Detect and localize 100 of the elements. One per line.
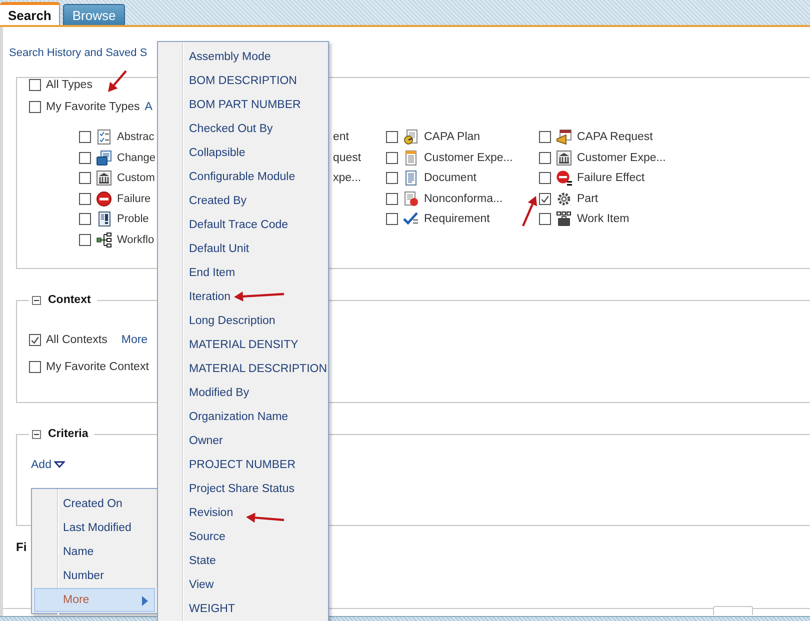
- annotation-arrow: [522, 196, 537, 226]
- checkbox[interactable]: [79, 172, 91, 184]
- menu-item[interactable]: Long Description: [160, 309, 326, 333]
- checkbox-label: Customer Expe...: [577, 152, 666, 164]
- menu-item[interactable]: BOM DESCRIPTION: [160, 69, 326, 93]
- submenu-arrow-icon: [142, 596, 148, 606]
- no-entry-icon: [556, 170, 572, 186]
- checkbox[interactable]: [539, 131, 551, 143]
- checkbox-label: Work Item: [577, 213, 630, 226]
- menu-item[interactable]: MATERIAL DESCRIPTION: [160, 357, 326, 381]
- checkbox[interactable]: [539, 152, 551, 164]
- checkbox[interactable]: [386, 192, 398, 205]
- alert-document-icon: [96, 211, 112, 228]
- menu-item[interactable]: Revision: [160, 501, 326, 525]
- checkbox[interactable]: [79, 192, 91, 205]
- checkbox-label: All Types: [46, 79, 92, 91]
- checkbox-label: Customer Expe...: [424, 152, 513, 164]
- section-title: Criteria: [48, 428, 88, 440]
- checkbox-label: Document: [424, 172, 476, 184]
- menu-item[interactable]: Organization Name: [160, 405, 326, 429]
- checkbox-label: My Favorite Context: [46, 361, 149, 373]
- checkbox-label: Failure: [117, 192, 151, 205]
- checkbox-label: Failure Effect: [577, 172, 645, 184]
- checkbox[interactable]: [386, 172, 398, 184]
- checkbox-label: Abstrac: [117, 131, 154, 143]
- checkbox[interactable]: [29, 334, 41, 346]
- document-icon: [403, 150, 419, 166]
- menu-item[interactable]: Collapsible: [160, 141, 326, 165]
- flowchart-icon: [96, 232, 112, 248]
- menu-item[interactable]: Last Modified: [34, 516, 155, 540]
- search-history-link[interactable]: Search History and Saved S: [9, 46, 148, 60]
- checkbox-label: My Favorite Types: [46, 101, 140, 113]
- checkbox-label: CAPA Plan: [424, 131, 480, 143]
- menu-item[interactable]: Project Share Status: [160, 477, 326, 501]
- menu-item[interactable]: View: [160, 573, 326, 597]
- checkbox-label: Change: [117, 152, 156, 164]
- add-dropdown[interactable]: Add: [31, 459, 66, 471]
- menu-item[interactable]: Source: [160, 525, 326, 549]
- menu-item[interactable]: Owner: [160, 429, 326, 453]
- checkbox[interactable]: [79, 131, 91, 143]
- collapse-icon[interactable]: [32, 296, 41, 304]
- gear-icon: [556, 190, 572, 207]
- checkbox[interactable]: [29, 101, 41, 113]
- document-icon: [403, 170, 419, 186]
- annotation-arrow: [234, 291, 284, 302]
- checkbox[interactable]: [539, 192, 551, 205]
- menu-item[interactable]: PROJECT NUMBER: [160, 453, 326, 477]
- checkbox-label: xpe...: [333, 172, 362, 184]
- menu-item[interactable]: WEIGHT: [160, 597, 326, 621]
- menu-item[interactable]: Checked Out By: [160, 117, 326, 141]
- checkbox[interactable]: [386, 131, 398, 143]
- checkbox[interactable]: [29, 79, 41, 91]
- menu-item[interactable]: State: [160, 549, 326, 573]
- annotation-arrow: [246, 512, 284, 523]
- checkbox-label: CAPA Request: [577, 131, 653, 143]
- megaphone-icon: [556, 129, 572, 145]
- document-icon: [403, 190, 419, 207]
- tab[interactable]: Search: [0, 2, 60, 25]
- menu-item[interactable]: Configurable Module: [160, 165, 326, 189]
- menu-item[interactable]: End Item: [160, 261, 326, 285]
- more-link[interactable]: More: [121, 334, 148, 346]
- checkbox[interactable]: [79, 234, 91, 246]
- checkbox[interactable]: [386, 213, 398, 226]
- checkbox[interactable]: [79, 213, 91, 226]
- checkbox-label: quest: [333, 152, 362, 164]
- checkbox[interactable]: [79, 152, 91, 164]
- types-link[interactable]: A: [144, 101, 152, 113]
- building-icon: [96, 170, 112, 186]
- checklist-icon: [96, 129, 112, 145]
- menu-item[interactable]: Default Trace Code: [160, 213, 326, 237]
- menu-item[interactable]: Number: [34, 564, 155, 588]
- collapse-icon[interactable]: [32, 430, 41, 438]
- checkbox[interactable]: [386, 152, 398, 164]
- checkbox[interactable]: [539, 172, 551, 184]
- menu-item[interactable]: Default Unit: [160, 237, 326, 261]
- checkbox-label: Part: [577, 192, 598, 205]
- menu-item[interactable]: MATERIAL DENSITY: [160, 333, 326, 357]
- briefcase-icon: [556, 211, 572, 228]
- checkbox-label: Custom: [117, 172, 155, 184]
- checkbox-label: Workflo: [117, 234, 154, 246]
- caret-icon: [54, 461, 66, 469]
- checkbox-label: All Contexts: [46, 334, 108, 346]
- checkbox-label: Proble: [117, 213, 149, 226]
- menu-item[interactable]: More: [34, 588, 155, 612]
- menu-item[interactable]: Created By: [160, 189, 326, 213]
- checkbox-label: Nonconforma...: [424, 192, 503, 205]
- menu-item[interactable]: Name: [34, 540, 155, 564]
- menu-item[interactable]: BOM PART NUMBER: [160, 93, 326, 117]
- checkbox[interactable]: [539, 213, 551, 226]
- document-icon: [403, 129, 419, 145]
- menu-item[interactable]: Assembly Mode: [160, 45, 326, 69]
- menu-item[interactable]: Modified By: [160, 381, 326, 405]
- no-entry-icon: [96, 190, 112, 207]
- menu-item[interactable]: Iteration: [160, 285, 326, 309]
- section-label: Fi: [16, 539, 27, 556]
- checkbox-label: ent: [333, 131, 349, 144]
- menu-item[interactable]: Created On: [34, 492, 155, 516]
- checkbox[interactable]: [29, 361, 41, 373]
- annotation-arrow: [108, 70, 127, 92]
- section-title: Context: [48, 294, 91, 306]
